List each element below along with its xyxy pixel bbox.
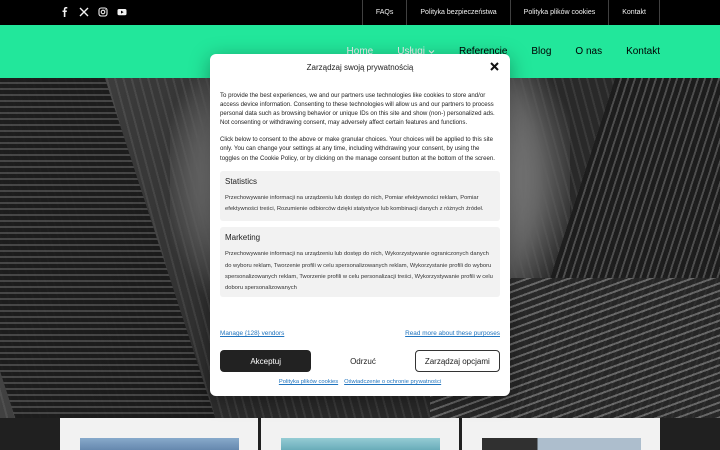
- dialog-title: Zarządzaj swoją prywatnością: [306, 63, 414, 72]
- cookie-consent-dialog: Zarządzaj swoją prywatnością To provide …: [210, 54, 510, 396]
- intro-text: To provide the best experiences, we and …: [220, 92, 495, 127]
- accept-button[interactable]: Akceptuj: [220, 350, 312, 372]
- category-marketing[interactable]: Marketing Przechowywanie informacji na u…: [220, 227, 500, 298]
- close-icon[interactable]: [489, 61, 500, 72]
- category-title: Statistics: [225, 176, 258, 186]
- category-statistics[interactable]: Statistics Przechowywanie informacji na …: [220, 170, 500, 222]
- dialog-body: To provide the best experiences, we and …: [220, 91, 500, 303]
- read-more-link[interactable]: Read more about these purposes: [405, 330, 500, 337]
- dialog-actions: Akceptuj Odrzuć Zarządzaj opcjami: [220, 350, 500, 372]
- category-description: Przechowywanie informacji na urządzeniu …: [225, 194, 484, 212]
- cookie-policy-link[interactable]: Polityka plików cookies: [279, 379, 338, 385]
- vendor-links: Manage {128} vendors Read more about the…: [220, 330, 500, 337]
- dialog-footer-links: Polityka plików cookies Oświadczenie o o…: [210, 379, 510, 385]
- category-title: Marketing: [225, 233, 261, 243]
- manage-vendors-link[interactable]: Manage {128} vendors: [220, 330, 284, 337]
- category-description: Przechowywanie informacji na urządzeniu …: [225, 251, 493, 292]
- privacy-statement-link[interactable]: Oświadczenie o ochronie prywatności: [344, 379, 441, 385]
- consent-text: Click below to consent to the above or m…: [220, 136, 495, 162]
- manage-options-button[interactable]: Zarządzaj opcjami: [414, 350, 500, 372]
- deny-button[interactable]: Odrzuć: [317, 350, 408, 372]
